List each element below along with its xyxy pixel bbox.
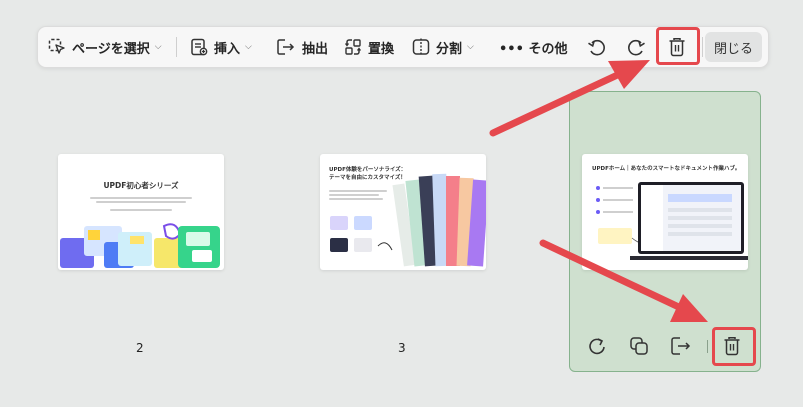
- page-thumbnail-2[interactable]: UPDF初心者シリーズ: [58, 154, 224, 270]
- divider: [707, 340, 708, 353]
- page-number: 2: [136, 341, 144, 355]
- split-icon: [412, 38, 430, 56]
- replace-label: 置換: [368, 41, 395, 57]
- extract-label: 抽出: [302, 41, 329, 57]
- illustration-image: [330, 173, 486, 267]
- chevron-down-icon: ⌵: [467, 42, 474, 52]
- insert-label: 挿入: [214, 41, 241, 57]
- extract-icon: [671, 337, 691, 355]
- page-thumbnail-4[interactable]: UPDFホーム｜あなたのスマートなドキュメント作業ハブ。: [582, 154, 748, 270]
- page-number: 3: [398, 341, 406, 355]
- text-line: [110, 209, 172, 211]
- rotate-right-icon: [628, 39, 645, 56]
- rotate-page-button[interactable]: [584, 333, 610, 359]
- select-pages-label: ページを選択: [72, 41, 150, 57]
- copy-icon: [630, 337, 648, 355]
- split-menu[interactable]: 分割 ⌵: [412, 27, 474, 67]
- replace-icon: [344, 39, 362, 55]
- extract-icon: [277, 39, 295, 55]
- split-label: 分割: [436, 41, 463, 57]
- rotate-left-button[interactable]: [581, 31, 613, 63]
- chevron-down-icon: ⌵: [245, 42, 252, 52]
- select-pages-icon: [48, 38, 65, 54]
- duplicate-page-button[interactable]: [626, 333, 652, 359]
- more-menu[interactable]: ••• その他: [499, 27, 567, 67]
- rotate-right-button[interactable]: [620, 31, 652, 63]
- text-line: [90, 197, 192, 199]
- replace-button[interactable]: 置換: [344, 27, 394, 67]
- page-thumbnail-3[interactable]: UPDF体験をパーソナライズ： テーマを自由にカスタマイズ！: [320, 154, 486, 270]
- close-label: 閉じる: [713, 41, 753, 57]
- chevron-down-icon: ⌵: [154, 42, 162, 52]
- more-label: ••• その他: [499, 41, 568, 57]
- close-button[interactable]: 閉じる: [705, 32, 762, 62]
- illustration-image: [596, 182, 748, 260]
- divider: [702, 37, 703, 57]
- delete-highlight: [656, 27, 700, 65]
- select-pages-menu[interactable]: ページを選択 ⌵: [48, 27, 162, 67]
- extract-button[interactable]: 抽出: [276, 27, 328, 67]
- insert-icon: [191, 38, 208, 56]
- page-title: UPDF初心者シリーズ: [103, 181, 179, 190]
- rotate-right-icon: [589, 338, 605, 355]
- divider: [176, 37, 177, 57]
- illustration-image: [60, 223, 220, 268]
- delete-page-highlight: [712, 327, 756, 366]
- extract-page-button[interactable]: [668, 333, 694, 359]
- rotate-left-icon: [588, 39, 605, 56]
- text-line: [96, 201, 186, 203]
- insert-menu[interactable]: 挿入 ⌵: [190, 27, 252, 67]
